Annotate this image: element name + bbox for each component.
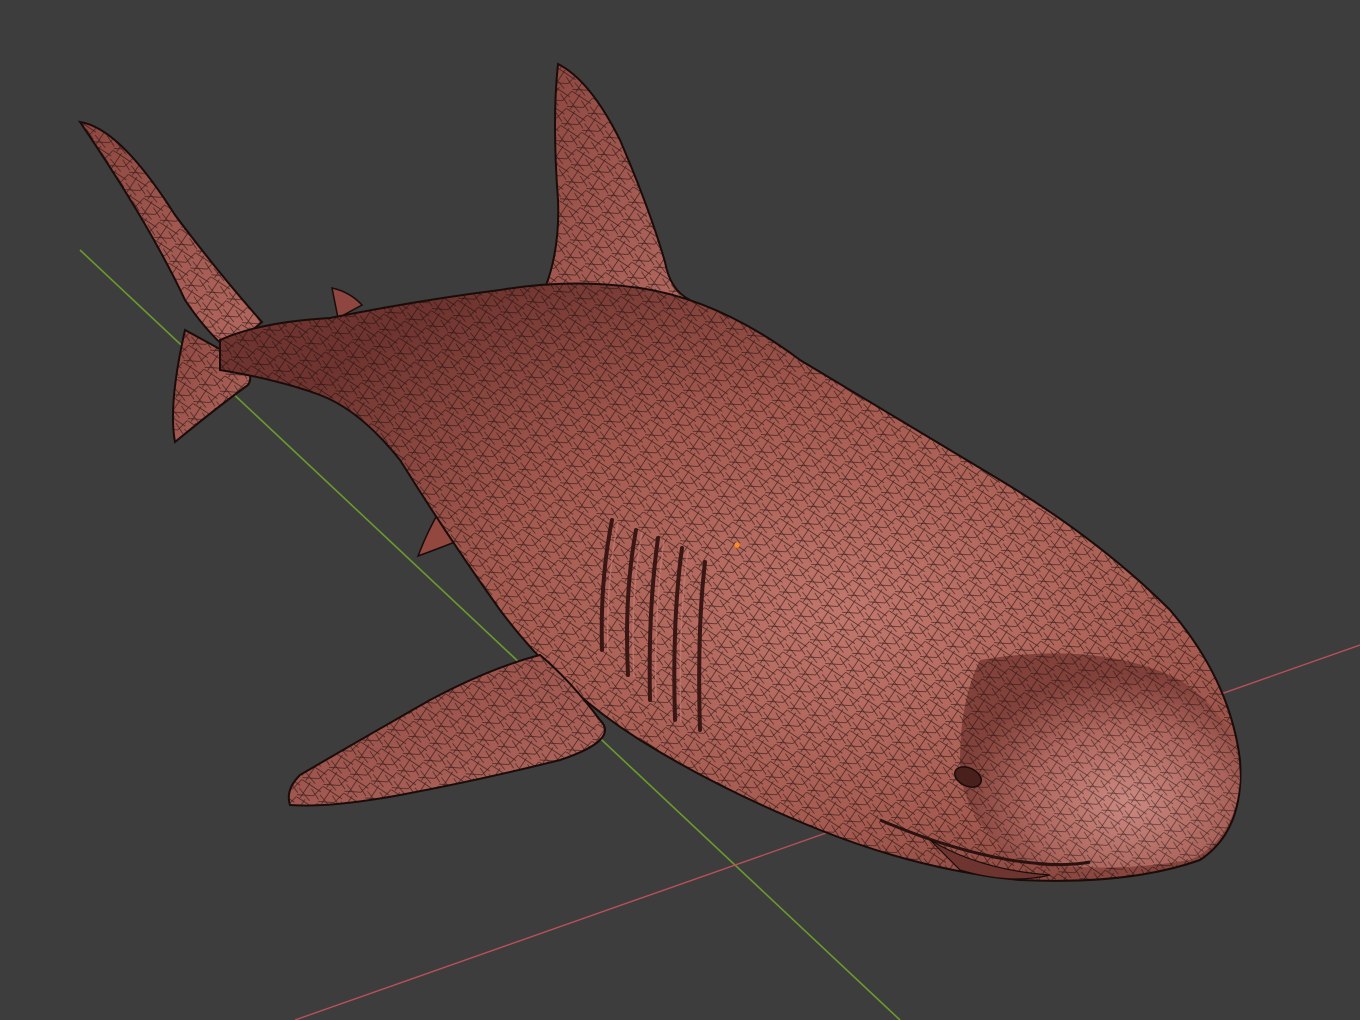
3d-viewport[interactable] (0, 0, 1360, 1020)
origin-dot-icon[interactable] (734, 542, 740, 548)
viewport-canvas[interactable] (0, 0, 1360, 1020)
